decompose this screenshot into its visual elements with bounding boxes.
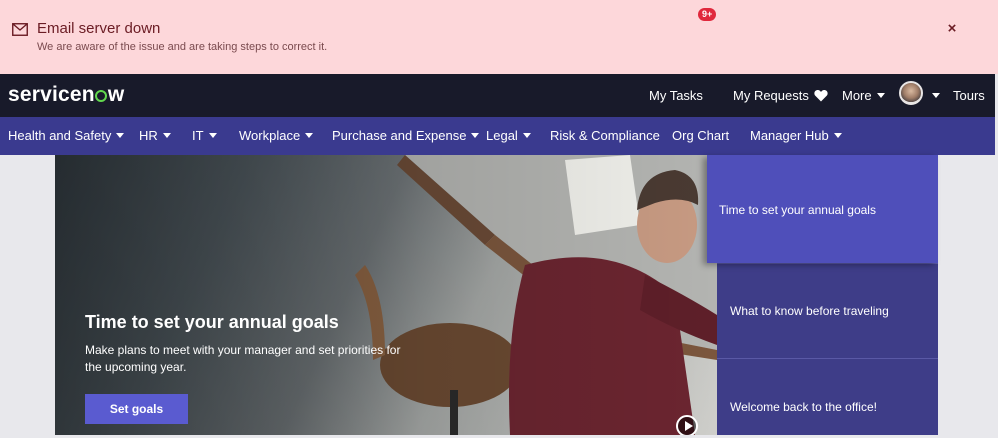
alert-banner: Email server down We are aware of the is… <box>0 0 998 74</box>
my-tasks-link[interactable]: My Tasks <box>649 74 703 117</box>
close-icon[interactable]: × <box>942 19 962 39</box>
nav-item-purchase-and-expense[interactable]: Purchase and Expense <box>332 117 480 155</box>
more-menu[interactable]: More <box>842 74 885 117</box>
top-header: servicen w My Tasks My Requests More Tour… <box>0 74 995 117</box>
nav-item-hr[interactable]: HR <box>139 117 171 155</box>
play-icon[interactable] <box>676 415 698 435</box>
alert-message: We are aware of the issue and are taking… <box>37 41 328 53</box>
mail-icon <box>12 23 28 36</box>
chevron-down-icon <box>162 133 171 138</box>
carousel-card-list: Time to set your annual goals What to kn… <box>707 155 938 435</box>
nav-item-manager-hub[interactable]: Manager Hub <box>750 117 842 155</box>
chevron-down-icon <box>305 133 314 138</box>
nav-item-legal[interactable]: Legal <box>486 117 531 155</box>
nav-item-org-chart[interactable]: Org Chart <box>672 117 729 155</box>
hero-description: Make plans to meet with your manager and… <box>85 343 401 374</box>
chevron-down-icon <box>522 133 531 138</box>
chevron-down-icon <box>208 133 217 138</box>
alert-title: Email server down <box>37 20 161 37</box>
carousel-card-traveling[interactable]: What to know before traveling <box>717 264 938 358</box>
tours-link[interactable]: Tours <box>953 74 985 117</box>
chevron-down-icon <box>471 133 480 138</box>
carousel-card-annual-goals[interactable]: Time to set your annual goals <box>707 155 938 263</box>
nav-item-health-and-safety[interactable]: Health and Safety <box>8 117 125 155</box>
hero-title: Time to set your annual goals <box>85 312 339 332</box>
logo-o-mark <box>95 90 108 102</box>
avatar[interactable] <box>899 81 923 105</box>
nav-item-workplace[interactable]: Workplace <box>239 117 314 155</box>
chevron-down-icon <box>876 93 885 98</box>
category-nav: Health and Safety HR IT Workplace Purcha… <box>0 117 995 155</box>
chevron-down-icon <box>116 133 125 138</box>
servicenow-logo[interactable]: servicen w <box>8 83 124 107</box>
chevron-down-icon <box>833 133 842 138</box>
my-requests-link[interactable]: My Requests <box>733 74 809 117</box>
chevron-down-icon <box>932 93 940 98</box>
tasks-count-badge: 9+ <box>698 8 717 21</box>
nav-item-risk-and-compliance[interactable]: Risk & Compliance <box>550 117 660 155</box>
heart-icon[interactable] <box>814 74 828 117</box>
hero-background-image <box>55 155 717 435</box>
user-menu-toggle[interactable] <box>927 74 940 117</box>
hero-banner: Time to set your annual goals Make plans… <box>55 155 717 435</box>
nav-item-it[interactable]: IT <box>192 117 217 155</box>
set-goals-button[interactable]: Set goals <box>85 394 188 424</box>
carousel-card-back-to-office[interactable]: Welcome back to the office! <box>717 359 938 435</box>
